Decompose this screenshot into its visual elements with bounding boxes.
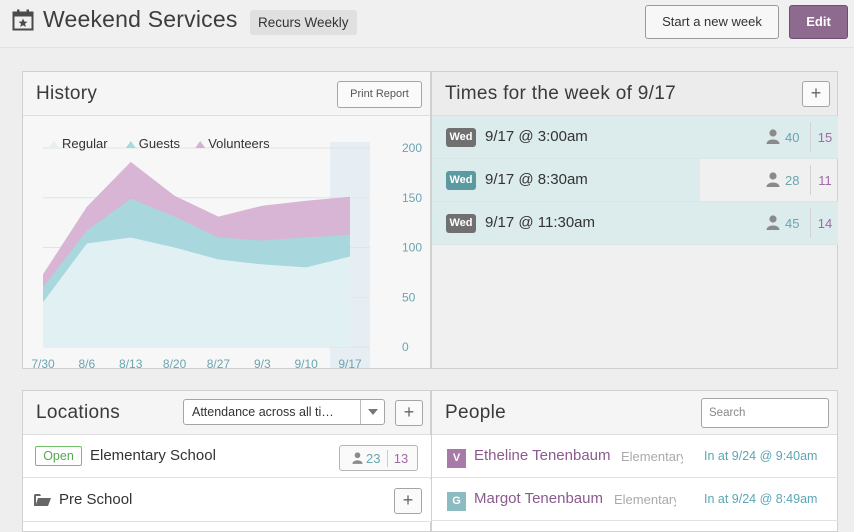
person-icon [352, 452, 363, 464]
times-header: Times for the week of 9/17 + [432, 72, 837, 116]
person-icon [766, 129, 780, 144]
chevron-down-icon [360, 400, 384, 424]
avatar: G [447, 492, 466, 511]
locations-panel: Locations Attendance across all ti… + Op… [22, 390, 431, 532]
people-panel: People Search V Etheline Tenenbaum Element… [431, 390, 838, 532]
x-tick-label: 9/3 [254, 357, 271, 368]
x-tick-label: 8/20 [163, 357, 187, 368]
regular-count: 40 [785, 130, 800, 145]
x-tick-label: 8/27 [207, 357, 231, 368]
time-row[interactable]: Wed 9/17 @ 8:30am 28 11 [432, 159, 838, 202]
add-sublocation-button[interactable]: + [394, 488, 422, 514]
history-title: History [36, 83, 98, 104]
person-row[interactable]: V Etheline Tenenbaum Elementary School In a… [432, 435, 838, 478]
location-row-preschool[interactable]: Pre School + [23, 479, 431, 522]
person-name[interactable]: Etheline Tenenbaum [474, 447, 611, 464]
time-row[interactable]: Wed 9/17 @ 11:30am 45 14 [432, 202, 838, 245]
y-tick-label: 100 [402, 241, 422, 255]
regular-count: 28 [785, 173, 800, 188]
legend-label: Regular [62, 136, 108, 151]
print-report-button[interactable]: Print Report [337, 81, 422, 108]
person-row[interactable]: G Margot Tenenbaum Elementary School In at … [432, 478, 838, 521]
x-tick-label: 9/10 [294, 357, 318, 368]
person-name[interactable]: Margot Tenenbaum [474, 490, 603, 507]
x-tick-label: 8/13 [119, 357, 143, 368]
y-tick-label: 50 [402, 290, 416, 304]
page-title: Weekend Services [43, 6, 238, 32]
time-label: 9/17 @ 3:00am [485, 128, 588, 145]
y-tick-label: 200 [402, 141, 422, 155]
checkin-status: In at 9/24 @ 8:49am [704, 492, 818, 506]
start-new-week-button[interactable]: Start a new week [645, 5, 779, 39]
x-tick-label: 8/6 [79, 357, 96, 368]
location-counts[interactable]: 23 13 [339, 445, 418, 471]
legend-swatch [195, 141, 206, 148]
time-label: 9/17 @ 11:30am [485, 214, 596, 231]
x-tick-label: 9/17 [338, 357, 362, 368]
folder-icon [34, 494, 51, 506]
history-header: History Print Report [23, 72, 430, 116]
volunteer-count: 15 [817, 130, 833, 145]
person-icon [766, 172, 780, 187]
y-tick-label: 150 [402, 191, 422, 205]
volunteer-count: 11 [818, 173, 832, 188]
open-status-badge: Open [35, 446, 82, 466]
legend-swatch [49, 141, 59, 148]
search-input[interactable]: Search [701, 398, 829, 428]
count-divider [810, 208, 811, 238]
locations-header: Locations Attendance across all ti… + [23, 391, 430, 435]
count-divider [387, 450, 388, 467]
person-icon [766, 215, 780, 230]
location-row-elementary[interactable]: Open Elementary School 23 13 [23, 435, 431, 478]
attendance-select[interactable]: Attendance across all ti… [183, 399, 385, 425]
checkin-status: In at 9/24 @ 9:40am [704, 449, 818, 463]
add-time-button[interactable]: + [802, 81, 830, 107]
calendar-star-icon [12, 9, 34, 31]
count-divider [810, 122, 811, 152]
avatar: V [447, 449, 466, 468]
day-badge: Wed [446, 214, 476, 233]
legend-label: Guests [139, 136, 181, 151]
location-name: Elementary School [90, 447, 216, 464]
count-divider [810, 165, 811, 195]
x-tick-label: 7/30 [31, 357, 55, 368]
add-location-button[interactable]: + [395, 400, 423, 426]
recurrence-badge: Recurs Weekly [250, 10, 357, 35]
day-badge: Wed [446, 128, 476, 147]
times-title: Times for the week of 9/17 [445, 83, 676, 104]
volunteer-count: 13 [393, 451, 409, 466]
person-location: Elementary School [621, 449, 683, 464]
time-row[interactable]: Wed 9/17 @ 3:00am 40 15 [432, 116, 838, 159]
times-panel: Times for the week of 9/17 + Wed 9/17 @ 3… [431, 71, 838, 369]
locations-title: Locations [36, 402, 121, 423]
regular-count: 23 [366, 451, 381, 466]
person-location: Elementary School [614, 492, 676, 507]
page-header: Weekend Services Recurs Weekly Start a n… [0, 0, 854, 48]
people-header: People Search [432, 391, 837, 435]
people-title: People [445, 402, 506, 423]
regular-count: 45 [785, 216, 800, 231]
history-panel: History Print Report 200 150 100 50 0 7/30 8/6… [22, 71, 431, 369]
history-chart: 200 150 100 50 0 7/30 8/6 8/13 8/20 8/27 9/3 9/10 9/… [31, 136, 422, 368]
legend-label: Volunteers [208, 136, 270, 151]
location-name: Pre School [59, 491, 133, 508]
time-label: 9/17 @ 8:30am [485, 171, 588, 188]
attendance-select-value: Attendance across all ti… [192, 405, 334, 419]
day-badge: Wed [446, 171, 476, 190]
legend-swatch [125, 141, 136, 148]
volunteer-count: 14 [817, 216, 833, 231]
edit-button[interactable]: Edit [789, 5, 848, 39]
y-tick-label: 0 [402, 340, 409, 354]
